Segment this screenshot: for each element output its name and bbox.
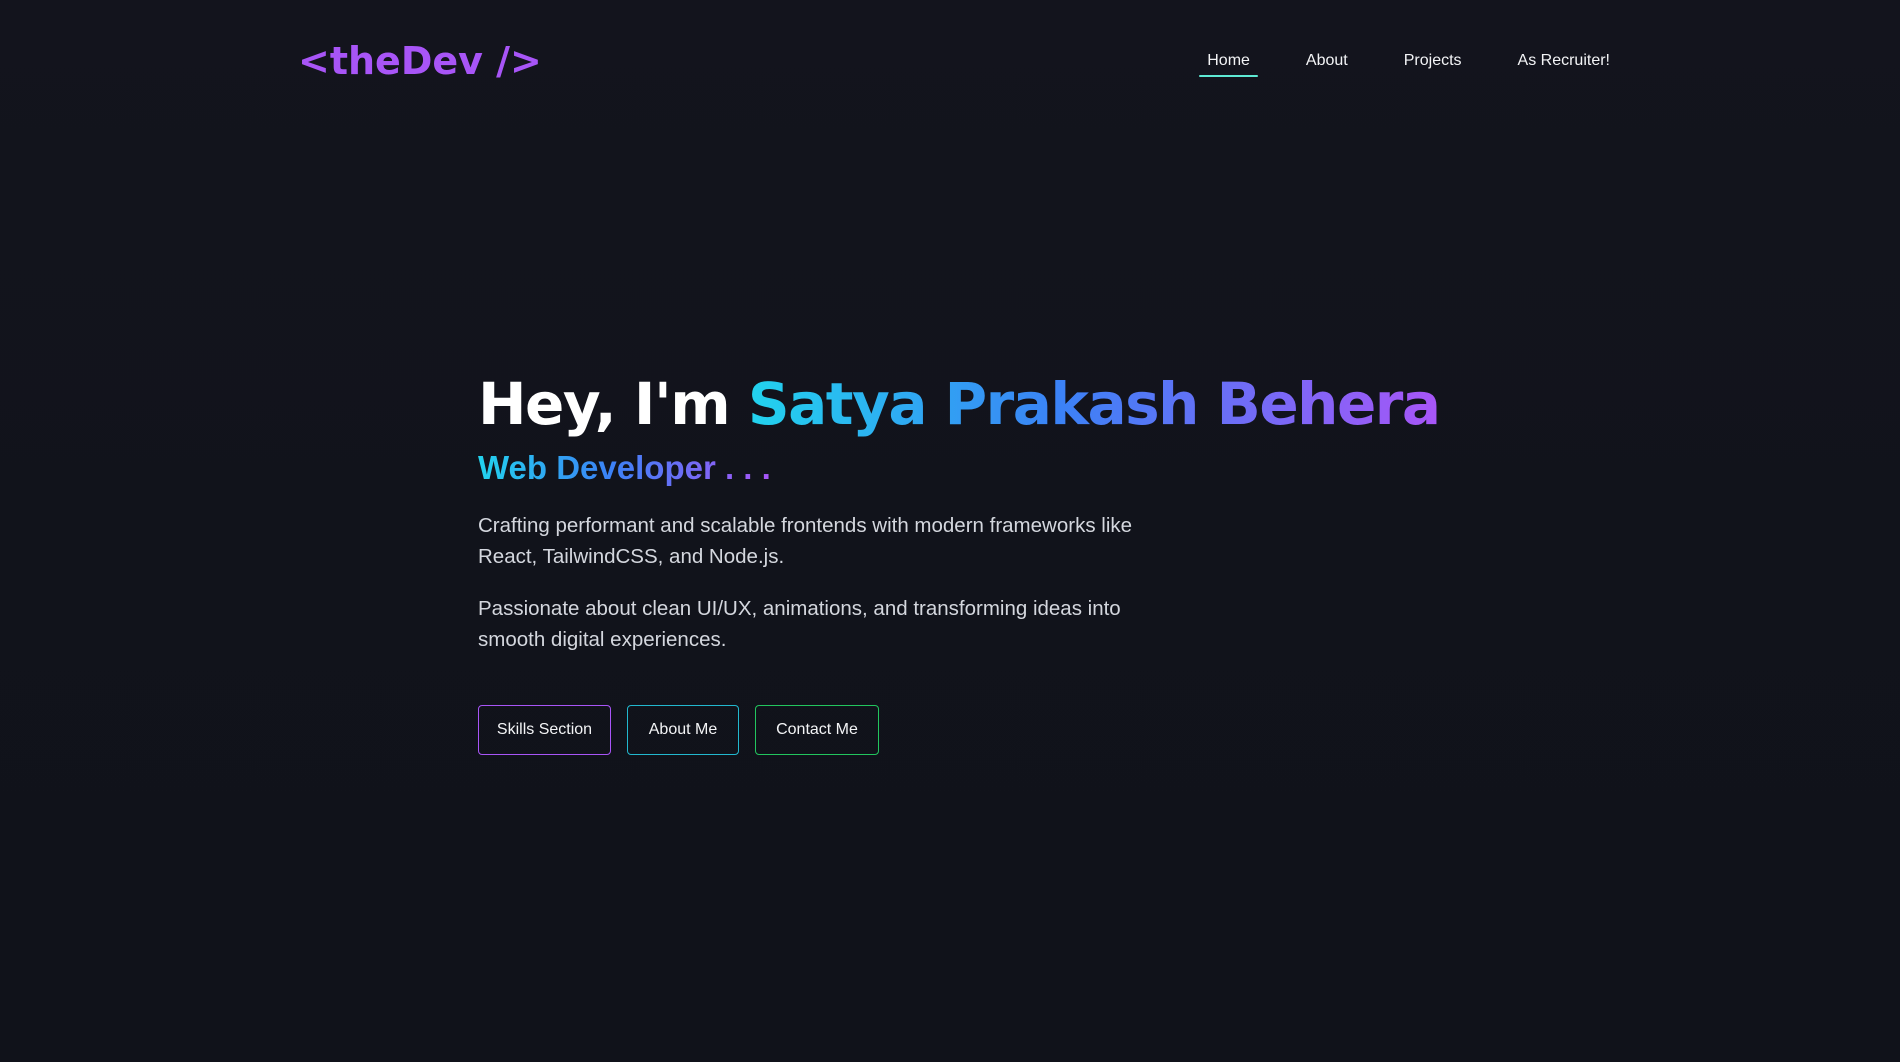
nav-link-about[interactable]: About xyxy=(1298,50,1356,76)
hero-intro-paragraph: Crafting performant and scalable fronten… xyxy=(478,514,1133,568)
navbar: <theDev /> Home About Projects As Recrui… xyxy=(0,0,1900,126)
contact-me-button[interactable]: Contact Me xyxy=(755,705,879,755)
nav-link-projects[interactable]: Projects xyxy=(1396,50,1470,76)
hero-greeting: Hey, I'm xyxy=(478,370,748,438)
nav-link-as-recruiter[interactable]: As Recruiter! xyxy=(1510,50,1618,76)
page-background: <theDev /> Home About Projects As Recrui… xyxy=(0,0,1900,1062)
hero-passion-paragraph: Passionate about clean UI/UX, animations… xyxy=(478,597,1121,651)
site-logo[interactable]: <theDev /> xyxy=(298,39,542,83)
hero-button-row: Skills Section About Me Contact Me xyxy=(478,705,1478,755)
nav-link-home[interactable]: Home xyxy=(1199,50,1258,77)
hero-role: Web Developer . . . xyxy=(478,446,771,490)
hero-section: Hey, I'm Satya Prakash Behera Web Develo… xyxy=(478,368,1478,755)
hero-name: Satya Prakash Behera xyxy=(747,370,1441,438)
about-me-button[interactable]: About Me xyxy=(627,705,739,755)
hero-title: Hey, I'm Satya Prakash Behera xyxy=(478,368,1478,440)
skills-section-button[interactable]: Skills Section xyxy=(478,705,611,755)
nav-links: Home About Projects As Recruiter! xyxy=(1199,50,1618,77)
